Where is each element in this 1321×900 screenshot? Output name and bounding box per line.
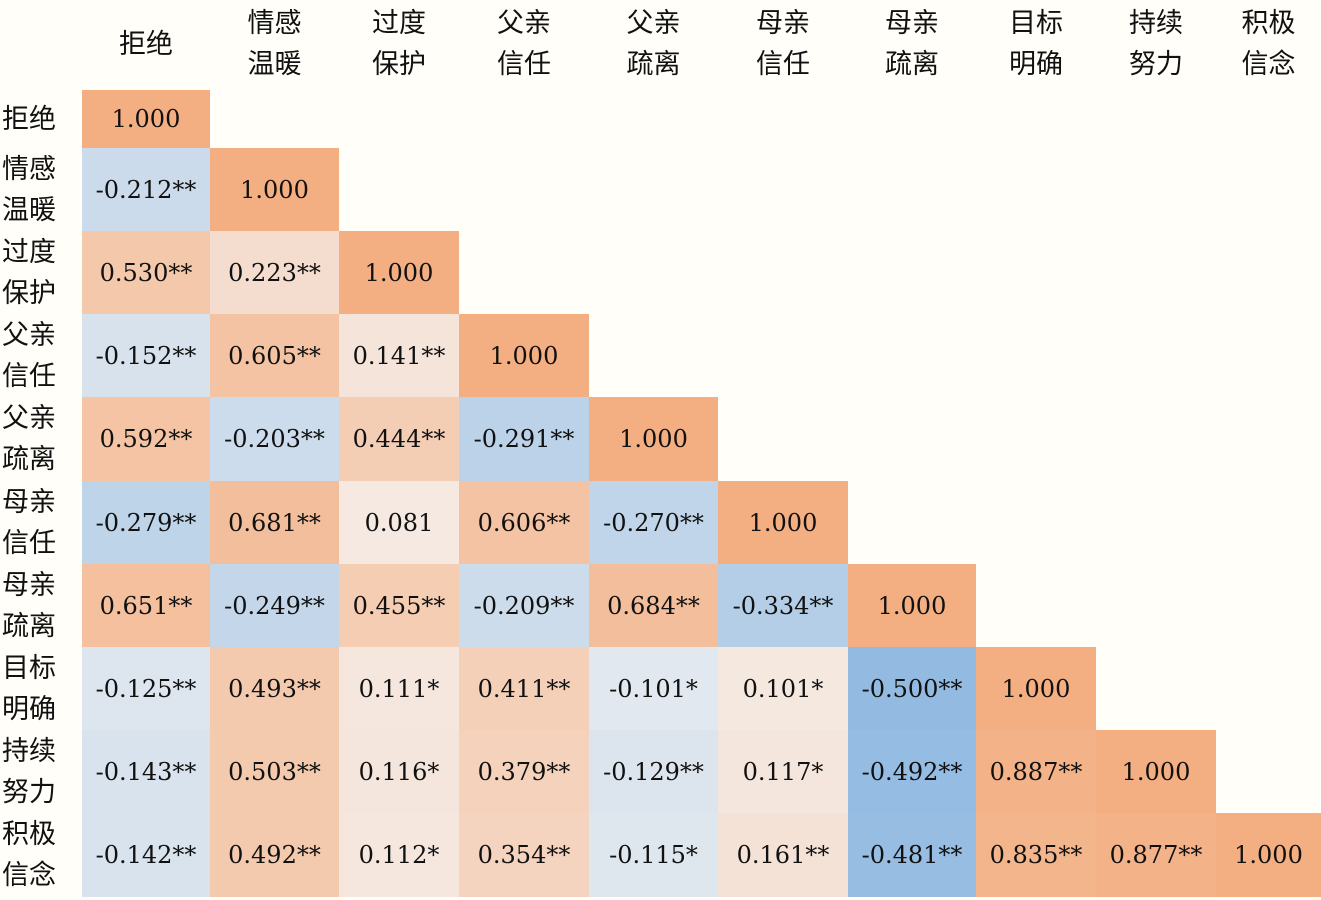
heatmap-cell: 0.877** — [1096, 813, 1216, 897]
heatmap-cell: 1.000 — [210, 148, 339, 231]
heatmap-cell: -0.500** — [848, 647, 976, 730]
row-label: 拒绝 — [2, 103, 56, 135]
column-label: 过度 保护 — [372, 8, 426, 80]
heatmap-cell: -0.209** — [459, 564, 589, 647]
heatmap-cell: 1.000 — [848, 564, 976, 647]
heatmap-cell: 0.503** — [210, 730, 339, 813]
heatmap-cell: -0.279** — [82, 481, 210, 564]
row-label: 父亲 疏离 — [2, 403, 56, 475]
column-label: 持续 努力 — [1129, 8, 1183, 80]
heatmap-cell: 0.606** — [459, 481, 589, 564]
heatmap-cell: 1.000 — [459, 314, 589, 397]
row-label: 持续 努力 — [2, 735, 56, 808]
column-label: 父亲 疏离 — [626, 8, 681, 80]
heatmap-cell: 0.592** — [82, 397, 210, 481]
heatmap-cell: -0.291** — [459, 397, 589, 481]
row-label: 过度 保护 — [2, 236, 56, 309]
row-label: 母亲 疏离 — [2, 569, 56, 642]
heatmap-cell: 0.112* — [339, 813, 459, 897]
heatmap-cell: 0.681** — [210, 481, 339, 564]
column-label: 父亲 信任 — [497, 8, 551, 80]
heatmap-cell: -0.101* — [589, 647, 718, 730]
column-label: 积极 信念 — [1241, 8, 1296, 80]
heatmap-cell: 1.000 — [82, 90, 210, 148]
heatmap-cell: -0.492** — [848, 730, 976, 813]
heatmap-cell: 1.000 — [718, 481, 848, 564]
heatmap-cell: -0.143** — [82, 730, 210, 813]
column-label: 母亲 信任 — [756, 8, 810, 80]
heatmap-cell: 0.684** — [589, 564, 718, 647]
row-label: 积极 信念 — [2, 819, 56, 891]
heatmap-cell: 0.444** — [339, 397, 459, 481]
heatmap-cell: 0.081 — [339, 481, 459, 564]
heatmap-cell: 0.605** — [210, 314, 339, 397]
heatmap-cell: 0.835** — [976, 813, 1096, 897]
heatmap-cell: 1.000 — [1216, 813, 1321, 897]
heatmap-cell: 0.651** — [82, 564, 210, 647]
row-label: 情感 温暖 — [2, 153, 56, 226]
heatmap-cell: -0.334** — [718, 564, 848, 647]
row-label: 母亲 信任 — [2, 486, 56, 559]
heatmap-cell: 0.101* — [718, 647, 848, 730]
heatmap-cell: 0.161** — [718, 813, 848, 897]
heatmap-cell: 0.887** — [976, 730, 1096, 813]
heatmap-cell: -0.481** — [848, 813, 976, 897]
heatmap-cell: 0.111* — [339, 647, 459, 730]
heatmap-cell: -0.129** — [589, 730, 718, 813]
heatmap-cell: -0.125** — [82, 647, 210, 730]
heatmap-cell: -0.142** — [82, 813, 210, 897]
correlation-heatmap: 拒绝 情感 温暖 过度 保护 父亲 信任 父亲 疏离 母亲 信任 母亲 疏离 目标 明确 持续 … — [0, 0, 1321, 900]
heatmap-cell: -0.270** — [589, 481, 718, 564]
heatmap-cell: 0.354** — [459, 813, 589, 897]
heatmap-cell: 0.493** — [210, 647, 339, 730]
heatmap-cell: 0.223** — [210, 231, 339, 314]
heatmap-cell: 1.000 — [1096, 730, 1216, 813]
heatmap-cell: 0.492** — [210, 813, 339, 897]
heatmap-cell: -0.212** — [82, 148, 210, 231]
heatmap-cell: -0.203** — [210, 397, 339, 481]
heatmap-cell: 1.000 — [976, 647, 1096, 730]
heatmap-cell: -0.152** — [82, 314, 210, 397]
heatmap-cell: 0.455** — [339, 564, 459, 647]
column-label: 母亲 疏离 — [885, 8, 939, 80]
heatmap-cell: 0.141** — [339, 314, 459, 397]
heatmap-cell: -0.249** — [210, 564, 339, 647]
heatmap-cell: 1.000 — [339, 231, 459, 314]
column-label: 情感 温暖 — [247, 8, 302, 80]
row-label: 父亲 信任 — [2, 319, 56, 392]
row-label: 目标 明确 — [2, 652, 56, 725]
column-label: 拒绝 — [119, 29, 173, 60]
heatmap-cell: 0.530** — [82, 231, 210, 314]
heatmap-cell: 1.000 — [589, 397, 718, 481]
heatmap-cell: 0.411** — [459, 647, 589, 730]
heatmap-cell: 0.117* — [718, 730, 848, 813]
column-label: 目标 明确 — [1009, 8, 1063, 80]
heatmap-cell: 0.379** — [459, 730, 589, 813]
heatmap-cell: 0.116* — [339, 730, 459, 813]
heatmap-cell: -0.115* — [589, 813, 718, 897]
